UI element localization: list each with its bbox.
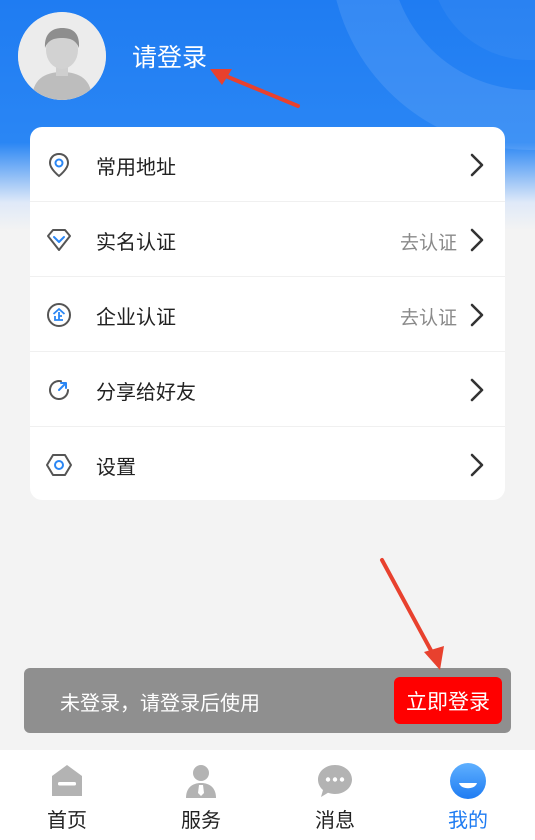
menu-item-label: 设置 — [96, 455, 136, 479]
share-refresh-icon — [49, 379, 69, 400]
hexagon-settings-icon — [46, 454, 72, 476]
location-pin-icon — [48, 152, 70, 178]
menu-item-label: 实名认证 — [96, 230, 176, 254]
login-toast: 未登录，请登录后使用 立即登录 — [24, 668, 511, 733]
menu-item-settings[interactable]: 设置 — [30, 427, 505, 502]
home-icon — [52, 765, 82, 796]
tab-label: 我的 — [448, 808, 488, 832]
chevron-right-icon — [470, 453, 484, 477]
chevron-right-icon — [470, 153, 484, 177]
tab-label: 服务 — [181, 808, 221, 832]
tab-mine[interactable]: 我的 — [401, 750, 535, 840]
avatar-placeholder-icon — [18, 12, 106, 100]
menu-item-share[interactable]: 分享给好友 — [30, 352, 505, 427]
chevron-right-icon — [470, 303, 484, 327]
message-bubble-icon — [318, 765, 352, 797]
tab-home[interactable]: 首页 — [0, 750, 134, 840]
menu-item-value: 去认证 — [399, 232, 457, 254]
menu-item-real-name-auth[interactable]: 实名认证 去认证 — [30, 202, 505, 277]
menu-card: 常用地址 实名认证 去认证 企业认证 去认证 分享给好友 设置 — [30, 127, 505, 500]
menu-item-label: 分享给好友 — [96, 380, 196, 404]
profile-icon — [450, 763, 486, 799]
tab-service[interactable]: 服务 — [134, 750, 268, 840]
diamond-check-icon — [47, 229, 71, 251]
chevron-right-icon — [470, 228, 484, 252]
avatar[interactable] — [18, 12, 106, 100]
tab-label: 消息 — [315, 808, 355, 832]
login-prompt[interactable]: 请登录 — [132, 38, 207, 74]
bottom-tab-bar: 首页 服务 消息 我的 — [0, 750, 535, 840]
tab-messages[interactable]: 消息 — [268, 750, 402, 840]
enterprise-icon — [47, 303, 71, 327]
menu-item-value: 去认证 — [399, 307, 457, 329]
annotation-arrow-icon — [380, 558, 444, 670]
service-person-icon — [186, 765, 216, 798]
menu-item-enterprise-auth[interactable]: 企业认证 去认证 — [30, 277, 505, 352]
tab-label: 首页 — [47, 808, 87, 832]
login-now-button[interactable]: 立即登录 — [394, 677, 502, 724]
menu-item-label: 常用地址 — [96, 155, 176, 179]
menu-item-address[interactable]: 常用地址 — [30, 127, 505, 202]
chevron-right-icon — [470, 378, 484, 402]
toast-message: 未登录，请登录后使用 — [60, 691, 260, 715]
menu-item-label: 企业认证 — [96, 305, 176, 329]
